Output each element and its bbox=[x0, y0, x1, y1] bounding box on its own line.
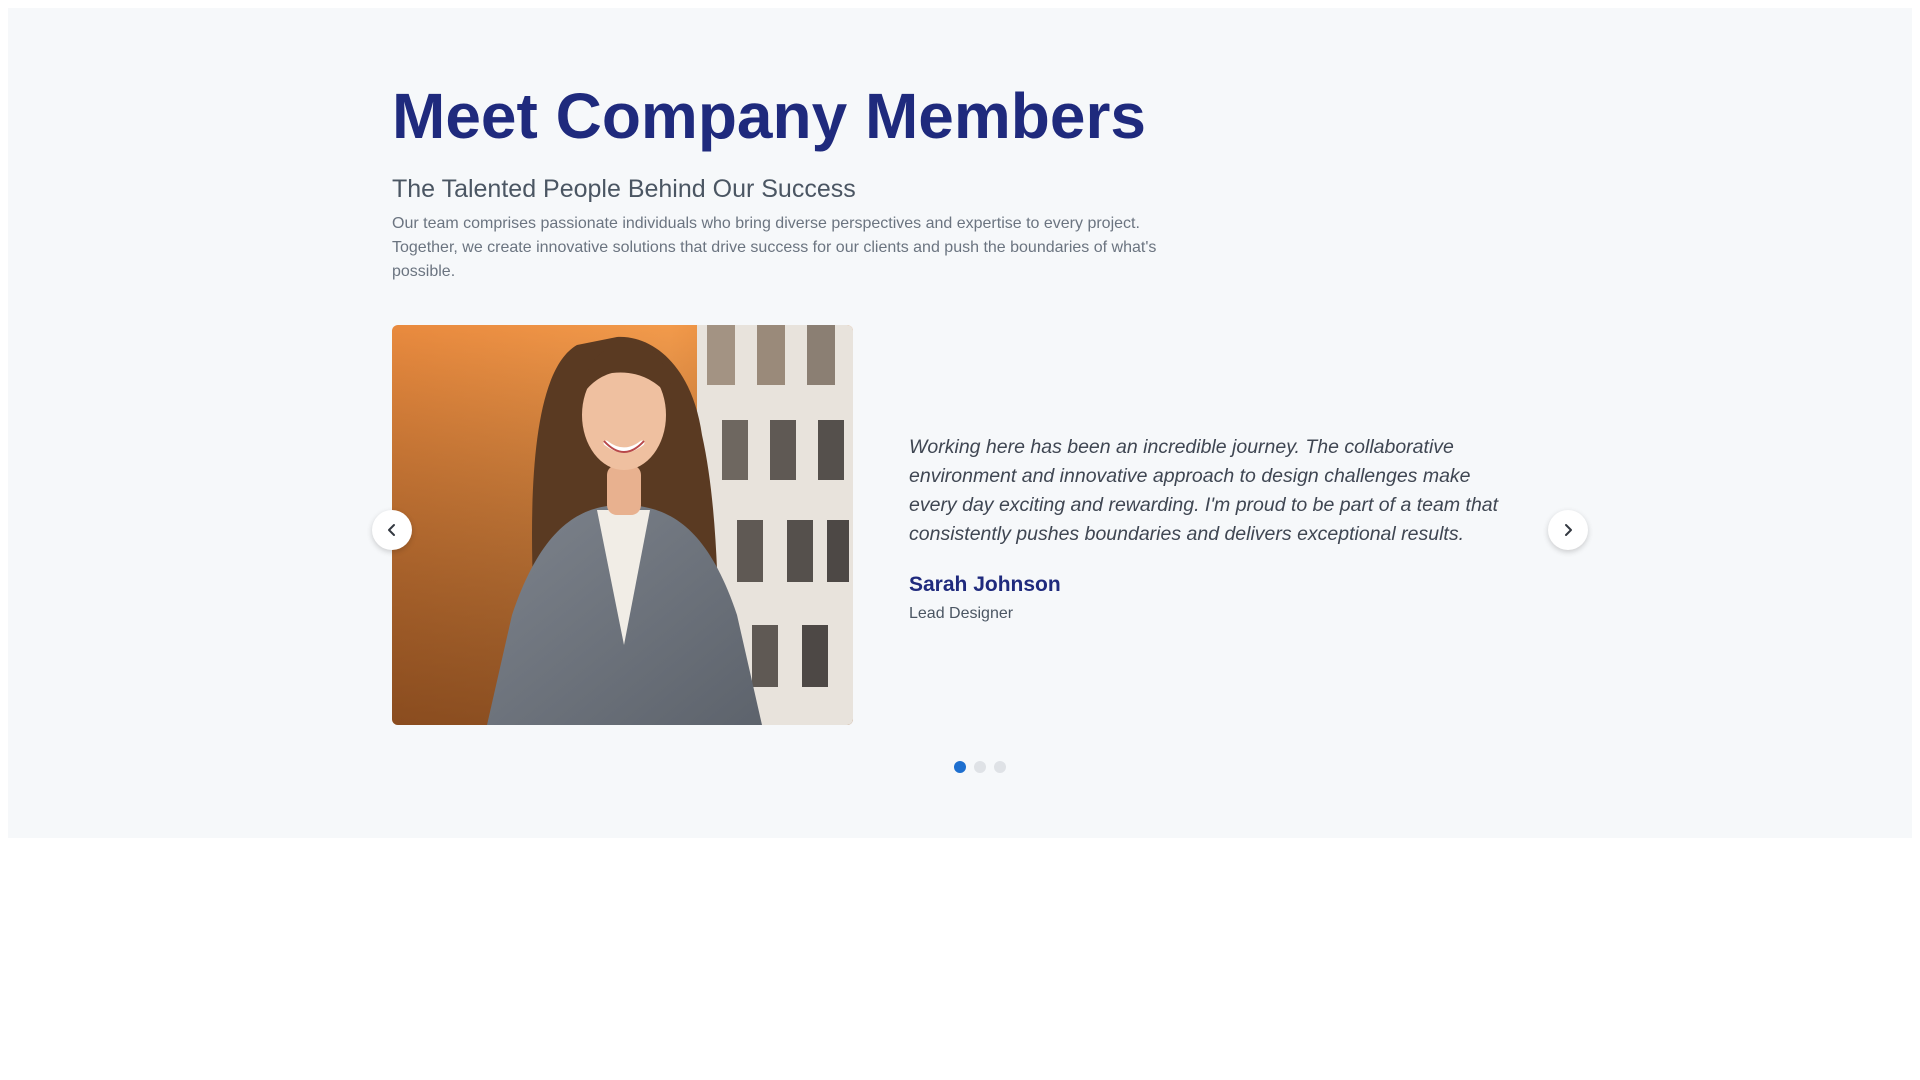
pagination-dot[interactable] bbox=[974, 761, 986, 773]
member-name: Sarah Johnson bbox=[909, 573, 1061, 596]
carousel-pagination bbox=[392, 761, 1568, 775]
previous-slide-button[interactable] bbox=[372, 510, 412, 550]
page-title: Meet Company Members bbox=[392, 80, 1146, 152]
testimonial-quote: Working here has been an incredible jour… bbox=[909, 436, 1499, 545]
intro-paragraph: Our team comprises passionate individual… bbox=[392, 215, 1157, 280]
member-photo bbox=[392, 325, 853, 725]
next-slide-button[interactable] bbox=[1548, 510, 1588, 550]
testimonial-carousel: Working here has been an incredible jour… bbox=[372, 325, 1588, 725]
pagination-dot[interactable] bbox=[954, 761, 966, 773]
team-container: Meet Company Members The Talented People… bbox=[372, 8, 1588, 838]
member-role: Lead Designer bbox=[909, 605, 1014, 622]
pagination-dot[interactable] bbox=[994, 761, 1006, 773]
team-section: Meet Company Members The Talented People… bbox=[8, 8, 1912, 838]
section-subtitle: The Talented People Behind Our Success bbox=[392, 175, 856, 203]
chevron-left-icon bbox=[385, 523, 399, 537]
chevron-right-icon bbox=[1561, 523, 1575, 537]
